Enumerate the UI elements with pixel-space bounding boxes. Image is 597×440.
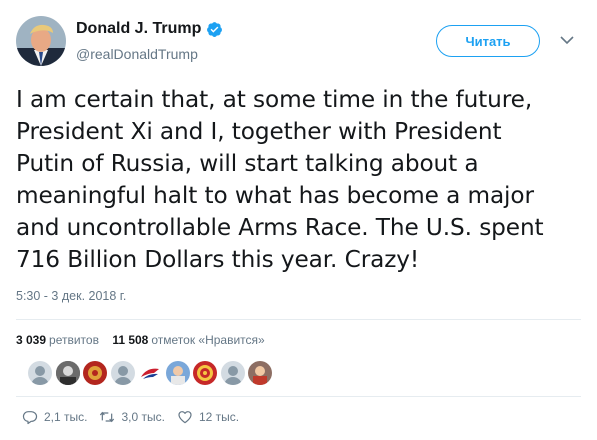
heart-icon — [178, 411, 192, 424]
liker-avatar[interactable] — [83, 361, 107, 385]
liker-avatar[interactable] — [193, 361, 217, 385]
reply-action[interactable]: 2,1 тыс. — [22, 409, 87, 425]
retweet-icon — [100, 411, 115, 423]
tweet-line: meaningful halt to what has become a maj… — [16, 182, 534, 209]
tweet-line: 716 Billion Dollars this year. Crazy! — [16, 246, 420, 273]
retweets-label[interactable]: ретвитов — [49, 333, 99, 347]
divider — [16, 319, 581, 320]
tweet-line: and uncontrollable Arms Race. The U.S. s… — [16, 214, 544, 241]
like-action[interactable]: 12 тыс. — [177, 409, 239, 425]
retweet-count: 3,0 тыс. — [121, 410, 165, 424]
liker-avatar[interactable] — [110, 361, 135, 385]
retweet-action[interactable]: 3,0 тыс. — [99, 409, 165, 425]
author-display-name[interactable]: Donald J. Trump — [76, 20, 201, 38]
likes-label[interactable]: отметок «Нравится» — [151, 333, 264, 347]
liker-avatars — [28, 361, 276, 385]
liker-avatar[interactable] — [55, 361, 80, 385]
liker-avatar[interactable] — [28, 361, 52, 385]
likes-count[interactable]: 11 508 — [112, 333, 148, 347]
liker-avatar[interactable] — [248, 361, 272, 385]
author-avatar[interactable] — [16, 16, 66, 66]
tweet-actions: 2,1 тыс. 3,0 тыс. 12 тыс. — [22, 409, 251, 425]
author-name-row: Donald J. Trump — [76, 20, 223, 38]
reply-count: 2,1 тыс. — [44, 410, 88, 424]
tweet-line: Putin of Russia, will start talking abou… — [16, 150, 479, 177]
like-count: 12 тыс. — [198, 410, 240, 424]
reply-icon — [22, 411, 38, 425]
chevron-down-icon[interactable] — [560, 36, 574, 45]
divider — [16, 396, 581, 397]
liker-avatar[interactable] — [220, 361, 245, 385]
follow-button[interactable]: Читать — [436, 25, 540, 57]
verified-badge-icon — [207, 21, 223, 37]
tweet-text: I am certain that, at some time in the f… — [16, 84, 586, 276]
retweets-count[interactable]: 3 039 — [16, 333, 46, 347]
liker-avatar[interactable] — [165, 361, 190, 385]
liker-avatar[interactable] — [138, 361, 162, 385]
tweet-line: President Xi and I, together with Presid… — [16, 118, 502, 145]
tweet-stats: 3 039 ретвитов 11 508 отметок «Нравится» — [16, 333, 275, 347]
tweet-line: I am certain that, at some time in the f… — [16, 86, 533, 113]
author-handle[interactable]: @realDonaldTrump — [76, 46, 198, 62]
tweet-timestamp[interactable]: 5:30 - 3 дек. 2018 г. — [16, 289, 126, 303]
